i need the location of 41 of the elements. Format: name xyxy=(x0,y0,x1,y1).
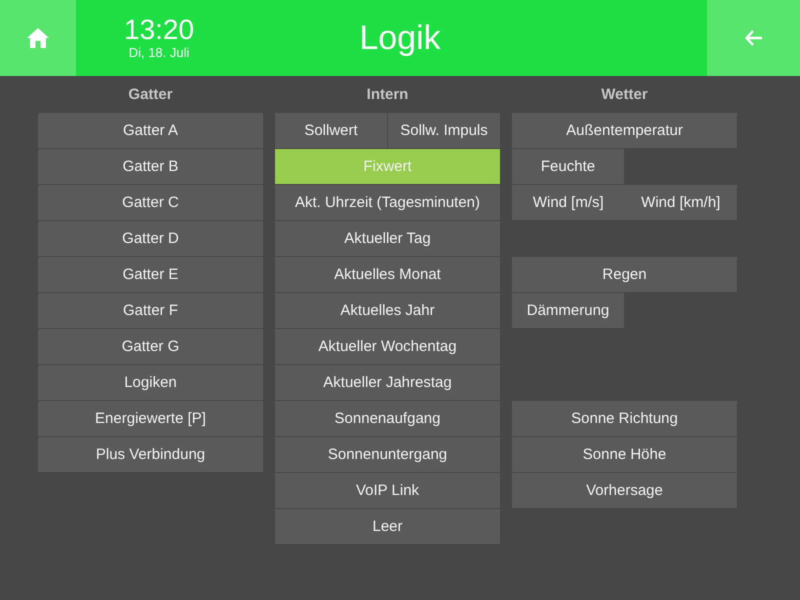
logic-button[interactable]: Aktuelles Jahr xyxy=(275,293,500,328)
logic-button[interactable]: Sollwert xyxy=(275,113,387,148)
home-icon xyxy=(27,28,49,48)
logic-button[interactable]: Außentemperatur xyxy=(512,113,737,148)
logic-button[interactable]: Gatter F xyxy=(38,293,263,328)
left-arrow-icon xyxy=(744,30,762,46)
logic-button[interactable]: VoIP Link xyxy=(275,473,500,508)
logic-button[interactable]: Gatter A xyxy=(38,113,263,148)
logic-button[interactable]: Aktueller Jahrestag xyxy=(275,365,500,400)
logic-button[interactable]: Energiewerte [P] xyxy=(38,401,263,436)
logic-button[interactable]: Gatter B xyxy=(38,149,263,184)
logic-button[interactable]: Sonne Höhe xyxy=(512,437,737,472)
logic-button[interactable]: Dämmerung xyxy=(512,293,624,328)
logic-button[interactable]: Sonnenaufgang xyxy=(275,401,500,436)
logic-button[interactable]: Aktuelles Monat xyxy=(275,257,500,292)
logic-button[interactable]: Logiken xyxy=(38,365,263,400)
column-heading: Intern xyxy=(366,84,410,104)
logic-button[interactable]: Sollw. Impuls xyxy=(388,113,500,148)
clock-time: 13:20 xyxy=(124,15,194,45)
logic-button[interactable]: Wind [m/s] xyxy=(512,185,624,220)
logic-button[interactable]: Regen xyxy=(512,257,737,292)
logic-button[interactable]: Aktueller Tag xyxy=(275,221,500,256)
logic-button[interactable]: Sonnenuntergang xyxy=(275,437,500,472)
logic-button[interactable]: Gatter D xyxy=(38,221,263,256)
logic-button[interactable]: Gatter G xyxy=(38,329,263,364)
logic-button[interactable]: Plus Verbindung xyxy=(38,437,263,472)
logic-button[interactable]: Wind [km/h] xyxy=(624,185,737,220)
logic-button[interactable]: Sonne Richtung xyxy=(512,401,737,436)
date-label: Di, 18. Juli xyxy=(128,45,190,61)
logic-button[interactable]: Vorhersage xyxy=(512,473,737,508)
column-heading: Wetter xyxy=(600,84,649,104)
logic-button[interactable]: Feuchte xyxy=(512,149,624,184)
logic-button[interactable]: Leer xyxy=(275,509,500,544)
logic-button[interactable]: Aktueller Wochentag xyxy=(275,329,500,364)
logic-button[interactable]: Akt. Uhrzeit (Tagesminuten) xyxy=(275,185,500,220)
home-button[interactable] xyxy=(0,0,76,76)
back-button[interactable] xyxy=(707,0,800,76)
logic-button[interactable]: Gatter C xyxy=(38,185,263,220)
page-title: Logik xyxy=(359,18,441,58)
logic-button[interactable]: Gatter E xyxy=(38,257,263,292)
column-heading: Gatter xyxy=(127,84,174,104)
